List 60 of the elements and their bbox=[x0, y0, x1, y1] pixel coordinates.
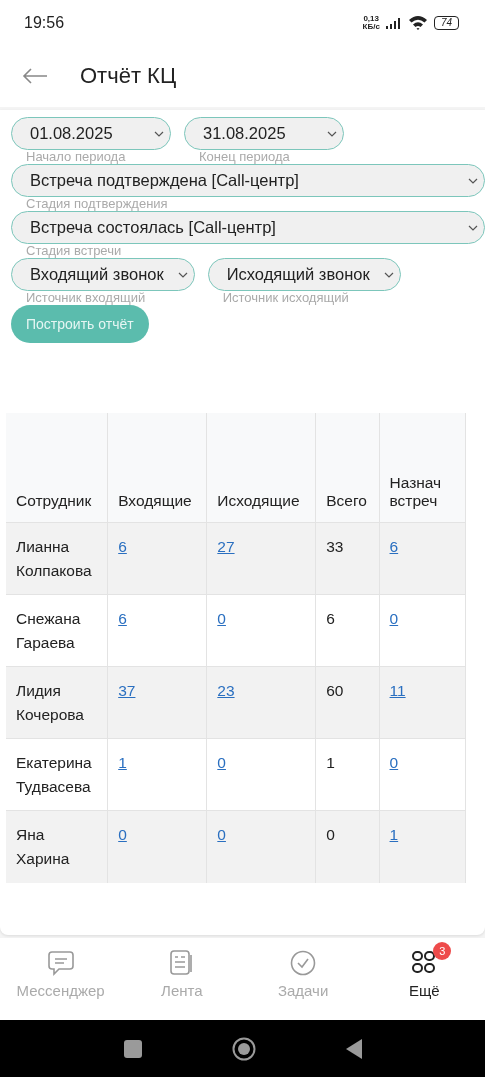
count-link[interactable]: 0 bbox=[217, 754, 226, 771]
column-header: Сотрудник bbox=[6, 413, 108, 523]
square-icon bbox=[123, 1039, 142, 1058]
table-cell: 0 bbox=[315, 810, 380, 883]
count-link[interactable]: 1 bbox=[118, 754, 127, 771]
count-link[interactable]: 11 bbox=[389, 682, 406, 699]
chevron-down-icon bbox=[468, 224, 478, 231]
chevron-down-icon bbox=[327, 130, 337, 137]
chevron-down-icon bbox=[468, 177, 478, 184]
column-header: Назнач встреч bbox=[379, 413, 466, 523]
field-label: Источник исходящий bbox=[221, 291, 350, 305]
count-link[interactable]: 1 bbox=[389, 826, 399, 843]
dropdown[interactable]: 31.08.2025 bbox=[184, 117, 344, 150]
field-label: Стадия подтверждения bbox=[25, 197, 169, 211]
chevron-down-icon bbox=[154, 130, 164, 137]
count-link[interactable]: 0 bbox=[217, 826, 226, 843]
count-link[interactable]: 23 bbox=[217, 682, 235, 699]
column-header: Исходящие bbox=[206, 413, 316, 523]
count-link[interactable]: 0 bbox=[389, 754, 399, 771]
battery-level: 74 bbox=[433, 15, 459, 30]
table-cell: 33 bbox=[315, 522, 380, 595]
count-link[interactable]: 37 bbox=[118, 682, 136, 699]
notification-badge: 3 bbox=[433, 942, 452, 960]
nav-tab[interactable]: 3 Ещё bbox=[363, 938, 485, 1020]
count-link[interactable]: 0 bbox=[217, 610, 226, 627]
back-arrow-icon bbox=[22, 68, 48, 84]
grid-icon bbox=[411, 950, 438, 976]
checkmark-circle-icon bbox=[290, 950, 317, 976]
table-cell: 60 bbox=[315, 666, 380, 739]
network-speed: 0,13 КБ/с bbox=[362, 14, 380, 31]
count-link[interactable]: 0 bbox=[389, 610, 399, 627]
field-label: Источник входящий bbox=[25, 291, 147, 305]
status-time: 19:56 bbox=[24, 13, 65, 32]
chat-icon bbox=[47, 950, 74, 976]
back-triangle-icon bbox=[345, 1038, 362, 1059]
count-link[interactable]: 6 bbox=[389, 538, 399, 555]
table-cell: Яна Харина bbox=[6, 810, 108, 883]
column-header: Всего bbox=[315, 413, 380, 523]
signal-icon bbox=[385, 16, 402, 29]
chevron-down-icon bbox=[383, 271, 394, 278]
dropdown[interactable]: Встреча состоялась [Call-центр] bbox=[11, 211, 485, 244]
wifi-icon bbox=[407, 15, 428, 30]
count-link[interactable]: 6 bbox=[118, 538, 127, 555]
chevron-down-icon bbox=[177, 271, 188, 278]
dropdown[interactable]: Исходящий звонок bbox=[207, 258, 401, 291]
count-link[interactable]: 6 bbox=[118, 610, 127, 627]
document-icon bbox=[168, 950, 195, 976]
count-link[interactable]: 27 bbox=[217, 538, 235, 555]
field-label: Стадия встречи bbox=[25, 244, 123, 258]
home-circle-icon bbox=[231, 1036, 256, 1061]
table-cell: Лианна Колпакова bbox=[6, 522, 108, 595]
count-link[interactable]: 0 bbox=[118, 826, 127, 843]
column-header: Входящие bbox=[107, 413, 207, 523]
field-label: Конец периода bbox=[198, 150, 291, 164]
field-label: Начало периода bbox=[25, 150, 127, 164]
table-cell: Лидия Кочерова bbox=[6, 666, 108, 739]
page-title: Отчёт КЦ bbox=[80, 63, 177, 89]
dropdown[interactable]: Входящий звонок bbox=[11, 258, 195, 291]
dropdown[interactable]: 01.08.2025 bbox=[11, 117, 171, 150]
dropdown[interactable]: Встреча подтверждена [Call-центр] bbox=[11, 164, 485, 197]
